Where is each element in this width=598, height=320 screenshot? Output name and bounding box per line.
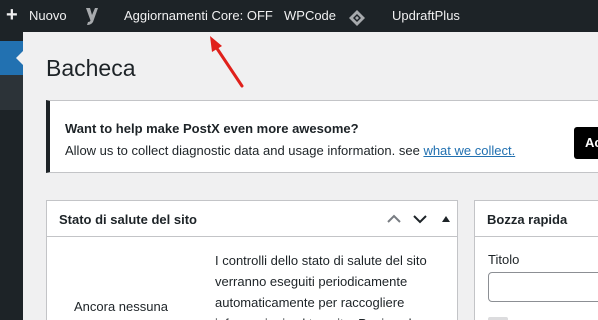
health-description: I controlli dello stato di salute del si… — [215, 253, 427, 320]
new-content-menu[interactable]: Nuovo — [29, 0, 67, 32]
active-indicator-arrow — [16, 50, 24, 66]
widget-header: Bozza rapida — [475, 201, 598, 237]
move-up-icon[interactable] — [385, 210, 403, 228]
annotation-arrow-icon — [210, 36, 244, 88]
widget-header: Stato di salute del sito — [47, 201, 457, 237]
widget-title: Bozza rapida — [487, 212, 568, 227]
admin-sidebar — [0, 32, 24, 320]
accept-button[interactable]: Accept — [574, 127, 598, 159]
site-health-widget: Stato di salute del sito Ancora nessuna … — [46, 200, 458, 320]
updraftplus-menu[interactable]: UpdraftPlus — [392, 0, 460, 32]
move-down-icon[interactable] — [411, 210, 429, 228]
notice-body: Allow us to collect diagnostic data and … — [65, 143, 424, 158]
postx-notice: Want to help make PostX even more awesom… — [46, 100, 598, 173]
notice-title: Want to help make PostX even more awesom… — [65, 121, 359, 136]
sidebar-submenu[interactable] — [0, 75, 23, 110]
what-we-collect-link[interactable]: what we collect. — [423, 143, 515, 158]
health-status-text: Ancora nessuna — [74, 299, 168, 314]
collapse-toggle-icon[interactable] — [437, 210, 455, 228]
plus-icon[interactable]: + — [6, 0, 18, 32]
admin-bar: + Nuovo Aggiornamenti Core: OFF WPCode U… — [0, 0, 598, 32]
wpcode-menu[interactable]: WPCode — [284, 0, 336, 32]
widget-title: Stato di salute del sito — [59, 212, 197, 227]
diamond-plugin-icon[interactable] — [348, 7, 366, 26]
title-input[interactable] — [488, 272, 598, 302]
notice-text: Allow us to collect diagnostic data and … — [65, 143, 515, 158]
yoast-seo-icon[interactable] — [84, 6, 100, 26]
page-title: Bacheca — [46, 55, 136, 81]
quick-draft-widget: Bozza rapida Titolo — [474, 200, 598, 320]
title-label: Titolo — [488, 252, 520, 267]
